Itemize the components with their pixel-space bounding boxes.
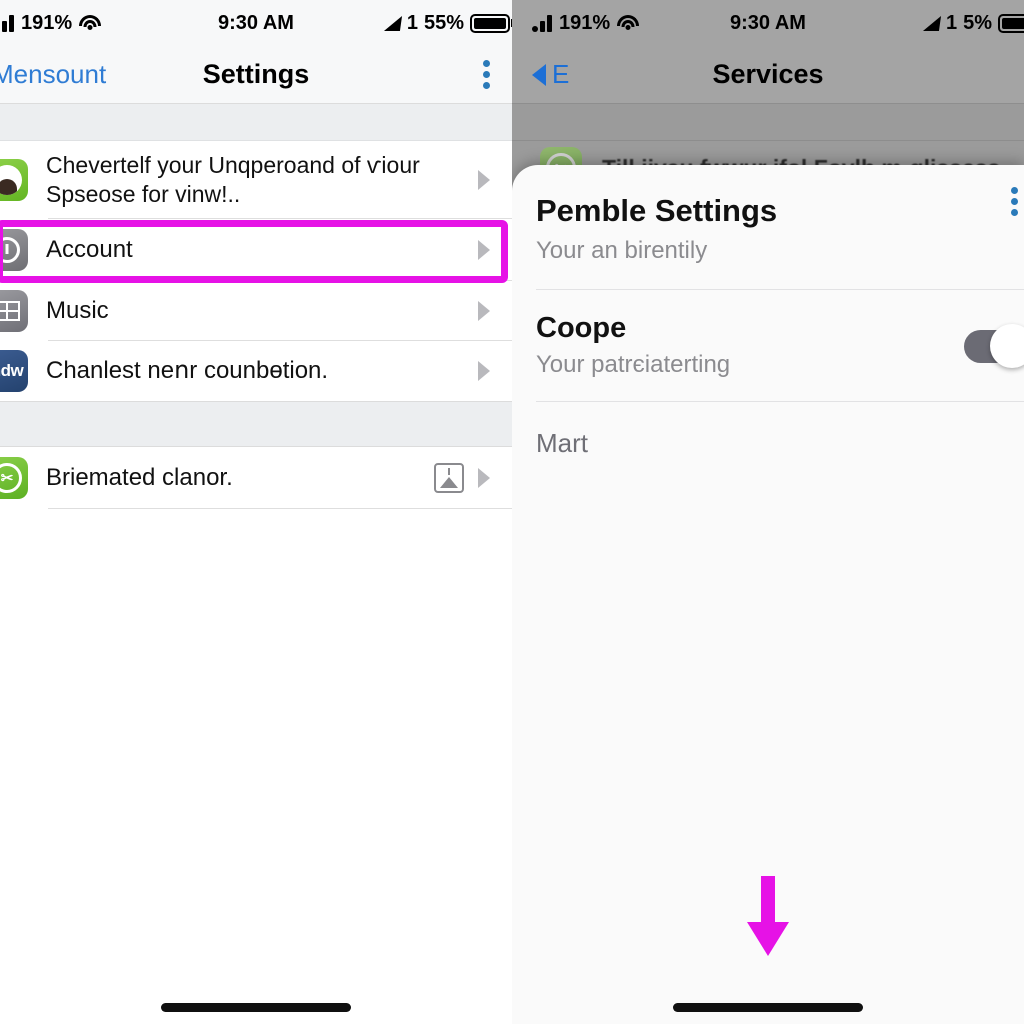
chevron-right-icon	[478, 240, 490, 260]
home-indicator	[673, 1003, 863, 1012]
chevron-right-icon	[478, 301, 490, 321]
music-grid-icon	[0, 290, 28, 332]
sheet-section-label: Mart	[536, 428, 588, 458]
sheet-row-coope[interactable]: Coope Your patrєiaterting	[512, 290, 1024, 401]
sheet-row-subtitle: Your patrєiaterting	[536, 351, 731, 378]
page-title: Settings	[202, 59, 310, 89]
status-bar-right-group: 1 5%	[922, 11, 1024, 35]
green-scissors-icon	[0, 457, 28, 499]
page-title: Services	[712, 59, 824, 89]
battery-percent-label: 55%	[423, 11, 464, 34]
section-gap-middle	[0, 401, 512, 447]
battery-percent-label: 5%	[963, 11, 992, 34]
sheet-title: Pemble Settings	[536, 193, 778, 228]
sheet-header: Pemble Settings Your an birentily	[512, 165, 1024, 289]
section-gap-top	[512, 104, 1024, 141]
dual-phone-screenshot: 191% 9:30 AM 1 55% Mensount Settings Che…	[0, 0, 1024, 1024]
picture-frame-icon	[434, 463, 464, 493]
signal-number-label: 1	[945, 11, 958, 34]
list-item-label: Chevertelf your Unqperoand of ѵiour Spse…	[46, 152, 420, 207]
list-item-briemated[interactable]: Briemated clanor.	[0, 447, 512, 509]
signal-arrow-icon	[383, 15, 402, 31]
list-item-label: Account	[46, 236, 133, 263]
kebab-menu-icon[interactable]	[1011, 187, 1018, 216]
left-phone-panel: 191% 9:30 AM 1 55% Mensount Settings Che…	[0, 0, 512, 1024]
sheet-subtitle: Your an birentily	[536, 237, 708, 264]
list-item-chanlest[interactable]: ndw Chanlest neոr counbɵtion.	[0, 341, 512, 401]
status-bar-right-group: 1 55%	[383, 11, 510, 35]
left-nav-bar: Mensount Settings	[0, 46, 512, 104]
home-indicator	[161, 1003, 351, 1012]
right-phone-panel: 191% 9:30 AM 1 5% E Services Till iivau …	[512, 0, 1024, 1024]
right-status-bar: 191% 9:30 AM 1 5%	[512, 0, 1024, 46]
list-item-label: Chanlest neոr counbɵtion.	[46, 357, 329, 384]
clock-icon	[0, 229, 28, 271]
list-item-label: Briemated clanor.	[46, 464, 233, 491]
chevron-right-icon	[478, 468, 490, 488]
chevron-right-icon	[478, 361, 490, 381]
signal-number-label: 1	[406, 11, 418, 34]
left-status-bar: 191% 9:30 AM 1 55%	[0, 0, 512, 46]
toggle-switch[interactable]	[964, 323, 1024, 368]
battery-icon	[470, 13, 510, 33]
section-gap-top	[0, 104, 512, 141]
list-item-account[interactable]: Account	[0, 219, 512, 281]
list-item-label: Music	[46, 297, 109, 324]
settings-list: Chevertelf your Unqperoand of ѵiour Spse…	[0, 141, 512, 509]
right-nav-bar: E Services	[512, 46, 1024, 104]
sheet-row-title: Coope	[536, 312, 627, 344]
ndw-badge-icon: ndw	[0, 350, 28, 392]
down-arrow-annotation	[747, 876, 789, 956]
profile-avatar-icon	[0, 159, 28, 201]
battery-icon	[998, 13, 1024, 33]
list-item-profile[interactable]: Chevertelf your Unqperoand of ѵiour Spse…	[0, 141, 512, 219]
signal-arrow-icon	[922, 15, 942, 31]
list-item-music[interactable]: Music	[0, 281, 512, 341]
chevron-right-icon	[478, 170, 490, 190]
kebab-menu-icon[interactable]	[483, 60, 490, 89]
